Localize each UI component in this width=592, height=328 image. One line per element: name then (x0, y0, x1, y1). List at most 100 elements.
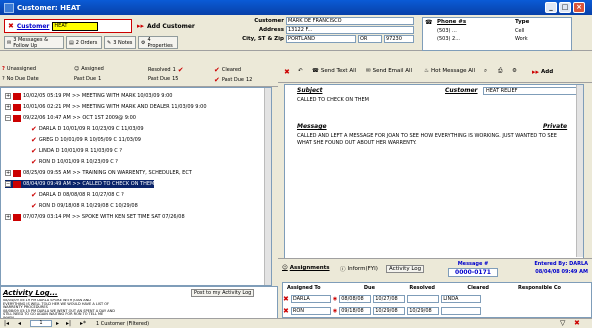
responsible-cell[interactable] (441, 307, 482, 315)
table-row[interactable]: ✖ RON ◉ 09/18/08 10/29/08 10/29/08 (283, 306, 482, 316)
minimize-button[interactable]: _ (545, 2, 557, 13)
settings-button[interactable]: ⚙ (512, 68, 517, 74)
responsible-cell[interactable]: LINDA (441, 295, 482, 303)
customer-search[interactable]: ✖ Customer HEAT (4, 19, 132, 33)
resolved-count: 1 (172, 67, 176, 73)
tab-properties[interactable]: ⚙ 4 Properties (138, 36, 178, 49)
contact-address-field[interactable]: 13122 F... (286, 26, 414, 34)
filter-no-due[interactable]: ? No Due Date (2, 76, 39, 82)
contact-customer-field[interactable]: MARK DE FRANCISCO (286, 17, 414, 25)
filter-cleared[interactable]: ✔ Cleared (214, 66, 241, 74)
message-label: Message (297, 123, 327, 130)
clear-filter-icon[interactable]: ✖ (574, 319, 580, 327)
hot-message-button[interactable]: ♨ Hot Message All (424, 68, 475, 74)
list-item[interactable]: +07/07/09 03:14 PM >> SPOKE WITH KEN SET… (5, 213, 185, 221)
check-icon: ✔ (31, 191, 37, 199)
tab-activity-log[interactable]: Activity Log (386, 265, 425, 273)
note-scrollbar[interactable] (576, 85, 583, 257)
remove-icon[interactable]: ✖ (283, 307, 289, 315)
table-row[interactable]: ✖ DARLA ◉ 08/08/08 10/27/08 LINDA (283, 294, 482, 304)
list-item[interactable]: +08/25/09 09:55 AM >> TRAINING ON WARREN… (5, 169, 192, 177)
due-cell[interactable]: 09/18/08 (339, 307, 372, 315)
filter-past-due-1[interactable]: Past Due 1 (74, 76, 101, 82)
note-customer-label: Customer (445, 87, 478, 94)
col-assigned-to: Assigned To (287, 285, 321, 291)
assignee-cell[interactable]: DARLA (290, 295, 331, 303)
entered-at: 08/04/08 09:49 AM (535, 269, 588, 275)
add-note-button[interactable]: ▸▸ Add (532, 68, 553, 76)
notes-toolbar: ✖ ↶ ☎ Send Text All ✉ Send Email All ♨ Hot … (278, 63, 592, 83)
customer-label: Customer (16, 22, 50, 30)
phone-type[interactable]: Cell (515, 28, 524, 34)
nav-last-icon[interactable]: ▸| (66, 320, 71, 327)
phone-number[interactable]: (503) ... (437, 28, 457, 34)
print-button[interactable]: ⎙ (498, 68, 502, 75)
list-item[interactable]: ✔ RON D 09/18/08 R 10/29/08 C 10/29/08 (31, 202, 138, 210)
tab-inform[interactable]: ⓘ Inform(FYI) (340, 265, 378, 273)
due-cell[interactable]: 08/08/08 (339, 295, 372, 303)
nav-next-icon[interactable]: ▸ (56, 320, 59, 327)
contact-zip-field[interactable]: 97230 (384, 35, 414, 43)
tab-messages[interactable]: ✉ 3 Messages & Follow Up (4, 36, 64, 49)
delete-note-button[interactable]: ✖ (284, 68, 290, 76)
customer-search-input[interactable]: HEAT (52, 21, 99, 31)
resolved-cell[interactable]: 10/29/08 (373, 307, 406, 315)
search-note-button[interactable]: ⌕ (484, 68, 487, 75)
list-item[interactable]: ✔ RON D 10/01/09 R 10/23/09 C ? (31, 158, 118, 166)
cleared-cell[interactable]: 10/29/08 (407, 307, 440, 315)
subject-label: Subject (297, 87, 323, 94)
message-field[interactable]: CALLED AND LEFT A MESSAGE FOR JOAN TO SE… (297, 133, 573, 147)
contact-state-field[interactable]: OR (358, 35, 382, 43)
orders-icon: ▤ (69, 39, 74, 46)
filter-past-due-15[interactable]: Past Due 15 (148, 76, 178, 82)
question-icon: ? (2, 66, 5, 72)
record-number[interactable]: 1 (30, 320, 52, 327)
close-button[interactable]: × (573, 2, 585, 13)
tree-scrollbar[interactable] (264, 88, 271, 285)
filter-assigned[interactable]: ☺ Assigned (74, 66, 104, 72)
filter-assigned-label: Assigned (81, 66, 104, 72)
list-item[interactable]: ✔ GREG D 10/01/09 R 10/05/09 C 11/03/09 (31, 136, 141, 144)
nav-prev-icon[interactable]: ◂ (18, 320, 21, 327)
phone-number[interactable]: (503) 2... (437, 36, 460, 42)
list-item[interactable]: − 09/22/06 10:47 AM >> OCT 1ST 2009@ 9:00 (5, 114, 136, 122)
nav-first-icon[interactable]: |◂ (4, 320, 9, 327)
message-text: 08/04/09 09:49 AM >> CALLED TO CHECK ON … (23, 181, 155, 187)
subject-field[interactable]: CALLED TO CHECK ON THEM (297, 97, 369, 103)
contact-address-label: Address (258, 27, 284, 33)
send-email-button[interactable]: ✉ Send Email All (366, 68, 412, 74)
filter-unassigned[interactable]: ? Unassigned (2, 66, 36, 72)
filter-resolved[interactable]: Resolved 1 ✔ (148, 66, 184, 74)
list-item[interactable]: +10/02/05 05:19 PM >> MEETING WITH MARK … (5, 92, 172, 100)
resolved-cell[interactable]: 10/27/08 (373, 295, 406, 303)
list-item[interactable]: ✔ LINDA D 10/01/09 R 11/03/09 C ? (31, 147, 122, 155)
filter-icon[interactable]: ▽ (560, 319, 565, 327)
note-customer-select[interactable]: HEAT RELIEF (483, 87, 579, 95)
add-customer-button[interactable]: ▸▸ Add Customer (134, 19, 202, 33)
alert-icon: ◉ (332, 308, 338, 314)
assignee-cell[interactable]: RON (290, 307, 331, 315)
private-label: Private (543, 123, 568, 130)
list-item-selected[interactable]: − 08/04/09 09:49 AM >> CALLED TO CHECK ON… (5, 180, 155, 188)
assignment-bar: ☺ Assignments ⓘ Inform(FYI) Activity Log M… (278, 258, 592, 282)
post-activity-button[interactable]: Post to my Activity Log (191, 289, 255, 297)
list-item[interactable]: +10/01/06 02:21 PM >> MEETING WITH MARK … (5, 103, 207, 111)
send-text-button[interactable]: ☎ Send Text All (312, 68, 356, 74)
contact-city-field[interactable]: PORTLAND (286, 35, 356, 43)
phone-type[interactable]: Work (515, 36, 528, 42)
cleared-cell[interactable] (407, 295, 440, 303)
contact-customer-label: Customer (254, 18, 284, 24)
filter-past-due-12[interactable]: ✔ Past Due 12 (214, 76, 252, 84)
list-item[interactable]: ✔ DARLA D 08/08/08 R 10/27/08 C ? (31, 191, 124, 199)
list-item[interactable]: ✔ DARLA D 10/01/09 R 10/23/09 C 11/03/09 (31, 125, 144, 133)
add-note-label: Add (541, 69, 554, 75)
tab-notes[interactable]: ✎ 3 Notes (104, 36, 136, 49)
notes-icon: ✎ (107, 39, 112, 46)
message-icon (13, 213, 21, 221)
maximize-button[interactable]: □ (559, 2, 571, 13)
undo-button[interactable]: ↶ (298, 68, 303, 74)
tab-orders[interactable]: ▤ 2 Orders (66, 36, 102, 49)
nav-new-icon[interactable]: ▸* (80, 320, 86, 327)
remove-icon[interactable]: ✖ (283, 295, 289, 303)
tab-assignments[interactable]: ☺ Assignments (282, 265, 330, 271)
